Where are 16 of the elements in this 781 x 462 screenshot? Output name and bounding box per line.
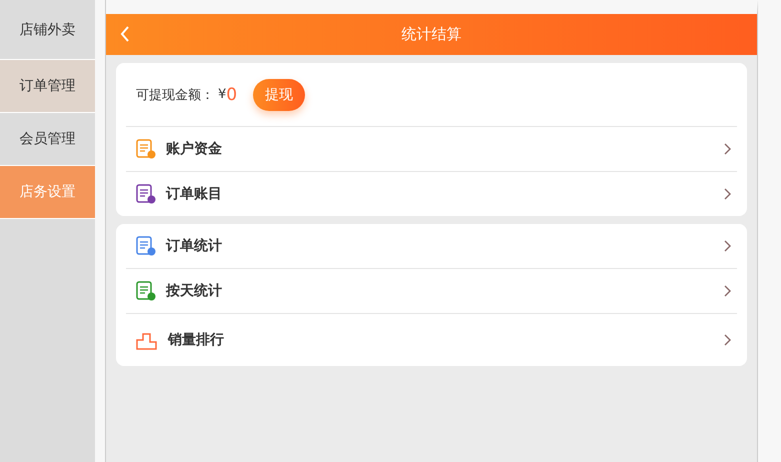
currency-sign: ¥ xyxy=(218,87,226,102)
menu-item-label[interactable]: 订单账目 xyxy=(166,185,724,203)
menu-item-label[interactable]: 按天统计 xyxy=(166,282,724,300)
menu-item-label[interactable]: 订单统计 xyxy=(166,237,724,255)
chevron-right-icon xyxy=(724,143,731,155)
page-title: 统计结算 xyxy=(402,25,462,44)
menu-item-label[interactable]: 账户资金 xyxy=(166,140,724,158)
balance-amount: 0 xyxy=(226,84,238,104)
menu-item-label[interactable]: 销量排行 xyxy=(168,331,724,349)
chevron-right-icon xyxy=(724,334,731,346)
chevron-right-icon xyxy=(724,188,731,200)
balance-label: 可提现金额： xyxy=(136,86,214,104)
back-icon[interactable] xyxy=(120,26,130,42)
chevron-right-icon xyxy=(724,285,731,297)
sidebar-item[interactable]: 订单管理 xyxy=(0,60,95,113)
chevron-right-icon xyxy=(724,240,731,252)
